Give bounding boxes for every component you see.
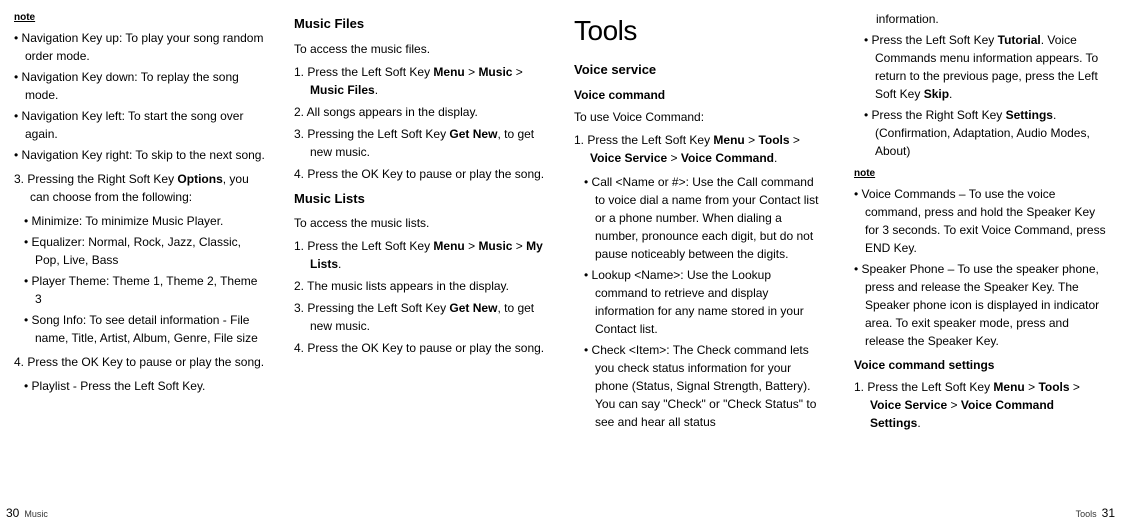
list-item: Press the Left Soft Key Tutorial. Voice …: [864, 31, 1107, 103]
text: .: [338, 257, 341, 271]
text: >: [512, 239, 526, 253]
list-item: Check <Item>: The Check command lets you…: [584, 341, 826, 431]
list-item: Lookup <Name>: Use the Lookup command to…: [584, 266, 826, 338]
list-item: Song Info: To see detail information - F…: [24, 311, 266, 347]
heading-voice-service: Voice service: [574, 60, 826, 80]
footer-left: 30 Music: [6, 504, 48, 522]
heading-music-lists: Music Lists: [294, 189, 546, 209]
text: >: [745, 133, 759, 147]
text-bold: Menu: [433, 65, 464, 79]
note-label: note: [854, 166, 1107, 181]
list-item: Player Theme: Theme 1, Theme 2, Theme 3: [24, 272, 266, 308]
column-4: information. Press the Left Soft Key Tut…: [840, 0, 1121, 528]
text-bold: Get New: [449, 301, 497, 315]
column-2: Music Files To access the music files. 1…: [280, 0, 560, 528]
text: .: [949, 87, 952, 101]
column-3: Tools Voice service Voice command To use…: [560, 0, 840, 528]
text-bold: Voice Service: [870, 398, 947, 412]
text-bold: Voice Command: [681, 151, 774, 165]
playlist-bullet: Playlist - Press the Left Soft Key.: [14, 377, 266, 395]
list-item: Speaker Phone – To use the speaker phone…: [854, 260, 1107, 350]
text-bold: Options: [177, 172, 222, 186]
text-bold: Tools: [758, 133, 789, 147]
text: 1. Press the Left Soft Key: [574, 133, 713, 147]
list-item: Playlist - Press the Left Soft Key.: [24, 377, 266, 395]
page-number: 30: [6, 504, 19, 522]
text: To access the music files.: [294, 40, 546, 58]
text: >: [790, 133, 800, 147]
text: 1. Press the Left Soft Key: [294, 65, 433, 79]
page-number: 31: [1102, 504, 1115, 522]
heading-tools: Tools: [574, 10, 826, 52]
list-item: Equalizer: Normal, Rock, Jazz, Classic, …: [24, 233, 266, 269]
list-item: Navigation Key right: To skip to the nex…: [14, 146, 266, 164]
list-item: Navigation Key up: To play your song ran…: [14, 29, 266, 65]
text: 2. All songs appears in the display.: [294, 103, 546, 121]
continuation-bullets: Press the Left Soft Key Tutorial. Voice …: [854, 31, 1107, 160]
nav-bullets: Navigation Key up: To play your song ran…: [14, 29, 266, 164]
step3: 3. Pressing the Right Soft Key Options, …: [14, 170, 266, 206]
voice-command-step1: 1. Press the Left Soft Key Menu > Tools …: [574, 131, 826, 167]
text: .: [774, 151, 777, 165]
note-label: note: [14, 10, 266, 25]
heading-voice-command: Voice command: [574, 86, 826, 104]
options-bullets: Minimize: To minimize Music Player. Equa…: [14, 212, 266, 347]
text: 4. Press the OK Key to pause or play the…: [294, 339, 546, 357]
text-bold: Music: [478, 65, 512, 79]
heading-voice-command-settings: Voice command settings: [854, 356, 1107, 374]
music-files-steps: 1. Press the Left Soft Key Menu > Music …: [294, 63, 546, 183]
text: 3. Pressing the Left Soft Key: [294, 301, 449, 315]
list-item: Navigation Key left: To start the song o…: [14, 107, 266, 143]
vc-settings-step1: 1. Press the Left Soft Key Menu > Tools …: [854, 378, 1107, 432]
text-bold: Skip: [924, 87, 949, 101]
text-bold: Settings: [1006, 108, 1053, 122]
text: 4. Press the OK Key to pause or play the…: [14, 353, 266, 371]
text-bold: Tools: [1038, 380, 1069, 394]
text: >: [465, 65, 479, 79]
text: 4. Press the OK Key to pause or play the…: [294, 165, 546, 183]
text: >: [512, 65, 522, 79]
footer-label: Music: [24, 508, 48, 522]
page: note Navigation Key up: To play your son…: [0, 0, 1121, 528]
text: To use Voice Command:: [574, 108, 826, 126]
text: >: [667, 151, 681, 165]
text-bold: Tutorial: [998, 33, 1041, 47]
text: .: [375, 83, 378, 97]
column-1: note Navigation Key up: To play your son…: [0, 0, 280, 528]
text: 3. Pressing the Left Soft Key: [294, 127, 449, 141]
list-item: Voice Commands – To use the voice comman…: [854, 185, 1107, 257]
voice-command-bullets: Call <Name or #>: Use the Call command t…: [574, 173, 826, 431]
heading-music-files: Music Files: [294, 14, 546, 34]
text-bold: Voice Service: [590, 151, 667, 165]
text-bold: Music: [478, 239, 512, 253]
text-bold: Menu: [713, 133, 744, 147]
list-item: Minimize: To minimize Music Player.: [24, 212, 266, 230]
text-bold: Menu: [433, 239, 464, 253]
footer-right: Tools 31: [1076, 504, 1115, 522]
continuation-text: information.: [854, 10, 1107, 28]
text: 3. Pressing the Right Soft Key: [14, 172, 177, 186]
text: >: [1025, 380, 1039, 394]
step4: 4. Press the OK Key to pause or play the…: [14, 353, 266, 371]
text: 1. Press the Left Soft Key: [854, 380, 993, 394]
text: Press the Right Soft Key: [872, 108, 1006, 122]
text: 2. The music lists appears in the displa…: [294, 277, 546, 295]
text: To access the music lists.: [294, 214, 546, 232]
list-item: Navigation Key down: To replay the song …: [14, 68, 266, 104]
list-item: Press the Right Soft Key Settings. (Conf…: [864, 106, 1107, 160]
music-lists-steps: 1. Press the Left Soft Key Menu > Music …: [294, 237, 546, 357]
text: 1. Press the Left Soft Key: [294, 239, 433, 253]
text: >: [947, 398, 961, 412]
text-bold: Music Files: [310, 83, 375, 97]
text: >: [465, 239, 479, 253]
text: Press the Left Soft Key: [872, 33, 998, 47]
note-bullets: Voice Commands – To use the voice comman…: [854, 185, 1107, 350]
text: >: [1070, 380, 1080, 394]
footer-label: Tools: [1076, 508, 1097, 522]
text-bold: Menu: [993, 380, 1024, 394]
text: .: [917, 416, 920, 430]
list-item: Call <Name or #>: Use the Call command t…: [584, 173, 826, 263]
text-bold: Get New: [449, 127, 497, 141]
